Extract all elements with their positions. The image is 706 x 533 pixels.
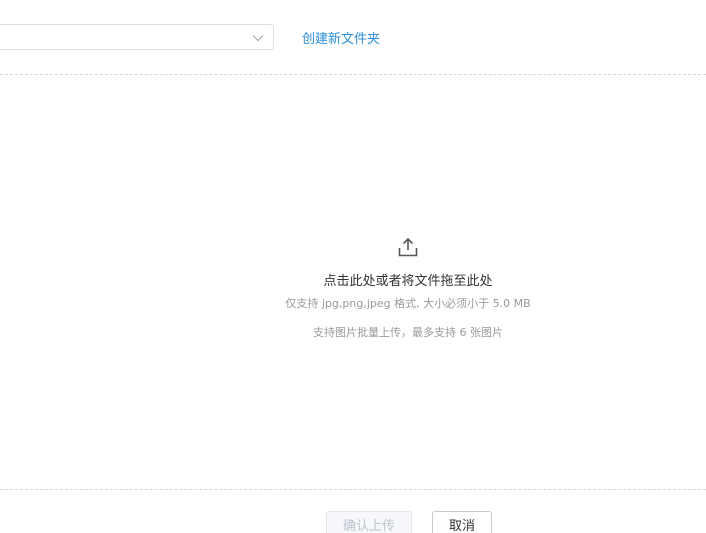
- chevron-down-icon: [252, 35, 264, 42]
- confirm-upload-button[interactable]: 确认上传: [326, 511, 412, 533]
- upload-dialog: 创建新文件夹 点击此处或者将文件拖至此处 仅支持 jpg,png,jpeg 格式…: [0, 0, 706, 533]
- upload-title: 点击此处或者将文件拖至此处: [323, 274, 493, 289]
- upload-format-hint: 仅支持 jpg,png,jpeg 格式, 大小必须小于 5.0 MB: [285, 297, 531, 310]
- create-folder-link[interactable]: 创建新文件夹: [302, 28, 380, 47]
- upload-batch-hint: 支持图片批量上传，最多支持 6 张图片: [313, 326, 503, 339]
- folder-select[interactable]: [0, 24, 274, 50]
- cancel-button[interactable]: 取消: [432, 511, 492, 533]
- upload-icon: [398, 237, 418, 257]
